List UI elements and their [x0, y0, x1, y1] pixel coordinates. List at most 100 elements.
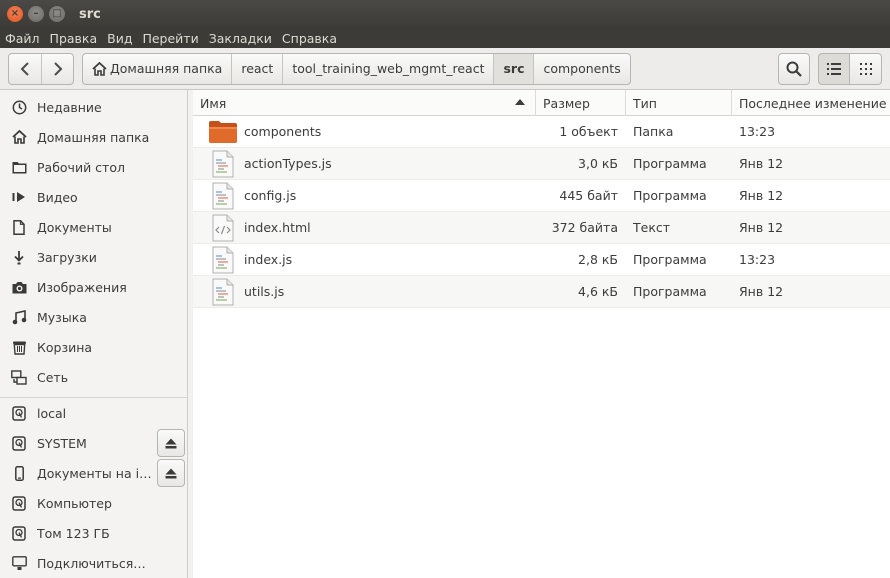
file-type: Текст [633, 220, 671, 235]
table-row[interactable]: index.js 2,8 кБ Программа 13:23 [193, 244, 890, 276]
script-icon [207, 182, 239, 210]
sidebar-item-label: Документы на iPh… [37, 465, 155, 481]
breadcrumb-project[interactable]: tool_training_web_mgmt_react [282, 53, 493, 84]
sidebar-item-system[interactable]: SYSTEM [0, 428, 187, 458]
sidebar-item-desktop[interactable]: Рабочий стол [0, 152, 187, 182]
sidebar-item-home[interactable]: Домашняя папка [0, 122, 187, 152]
drive-icon [10, 524, 28, 542]
phone-icon [10, 464, 28, 482]
drive-icon [10, 434, 28, 452]
sidebar: Недавние Домашняя папка Рабочий стол Вид… [0, 90, 188, 578]
search-button[interactable] [778, 53, 810, 85]
sidebar-item-label: Музыка [37, 309, 87, 325]
menu-file[interactable]: Файл [0, 31, 45, 46]
file-modified: Янв 12 [739, 284, 784, 299]
sidebar-item-video[interactable]: Видео [0, 182, 187, 212]
file-name: utils.js [244, 284, 285, 299]
navigation-buttons [8, 52, 74, 85]
network-icon [10, 368, 28, 386]
html-icon [207, 214, 239, 242]
script-icon [207, 278, 239, 306]
column-header-name[interactable]: Имя [193, 90, 536, 116]
drive-icon [10, 494, 28, 512]
table-row[interactable]: index.html 372 байта Текст Янв 12 [193, 212, 890, 244]
table-row[interactable]: components 1 объект Папка 13:23 [193, 116, 890, 148]
trash-icon [10, 338, 28, 356]
column-header-type[interactable]: Тип [626, 90, 732, 116]
list-view-button[interactable] [818, 53, 850, 85]
sidebar-item-label: Сеть [37, 369, 69, 385]
video-icon [10, 188, 28, 206]
column-header-label: Имя [200, 95, 227, 111]
file-type: Папка [633, 124, 674, 139]
sidebar-item-label: Изображения [37, 279, 127, 295]
file-name-cell: index.html [193, 214, 536, 242]
file-type: Программа [633, 156, 707, 171]
file-name: actionTypes.js [244, 156, 332, 171]
grid-view-button[interactable] [850, 53, 882, 85]
file-name-cell: utils.js [193, 278, 536, 306]
breadcrumb-home[interactable]: Домашняя папка [83, 54, 231, 84]
desktop-folder-icon [10, 158, 28, 176]
sidebar-item-iphone-docs[interactable]: Документы на iPh… [0, 458, 187, 488]
table-row[interactable]: actionTypes.js 3,0 кБ Программа Янв 12 [193, 148, 890, 180]
eject-button[interactable] [157, 459, 185, 487]
sidebar-item-computer[interactable]: Компьютер [0, 488, 187, 518]
sidebar-item-label: Подключиться… [37, 555, 146, 571]
window-minimize-button[interactable]: – [28, 6, 44, 22]
sidebar-item-local[interactable]: local [0, 398, 187, 428]
file-name: index.html [244, 220, 311, 235]
back-button[interactable] [9, 54, 41, 84]
sidebar-item-downloads[interactable]: Загрузки [0, 242, 187, 272]
breadcrumb-src[interactable]: src [493, 53, 534, 84]
sidebar-item-pictures[interactable]: Изображения [0, 272, 187, 302]
file-size: 445 байт [559, 188, 618, 203]
script-icon [207, 246, 239, 274]
column-header: Имя Размер Тип Последнее изменение [193, 90, 890, 116]
file-name: components [244, 124, 322, 139]
menu-go[interactable]: Перейти [137, 31, 203, 46]
sidebar-item-trash[interactable]: Корзина [0, 332, 187, 362]
chevron-left-icon [20, 61, 29, 76]
view-switcher [818, 53, 882, 85]
sidebar-item-music[interactable]: Музыка [0, 302, 187, 332]
sidebar-item-connect[interactable]: Подключиться… [0, 548, 187, 578]
breadcrumb-react[interactable]: react [231, 53, 282, 84]
table-row[interactable]: utils.js 4,6 кБ Программа Янв 12 [193, 276, 890, 308]
file-name-cell: actionTypes.js [193, 150, 536, 178]
file-type: Программа [633, 252, 707, 267]
sort-ascending-icon [515, 99, 525, 105]
sidebar-item-label: local [37, 405, 67, 421]
menu-bar: Файл Правка Вид Перейти Закладки Справка [0, 28, 890, 48]
menu-help[interactable]: Справка [277, 31, 342, 46]
folder-icon [207, 118, 239, 146]
sidebar-item-recent[interactable]: Недавние [0, 92, 187, 122]
sidebar-item-network[interactable]: Сеть [0, 362, 187, 392]
menu-edit[interactable]: Правка [45, 31, 103, 46]
file-name-cell: index.js [193, 246, 536, 274]
camera-icon [10, 278, 28, 296]
menu-view[interactable]: Вид [102, 31, 137, 46]
sidebar-item-label: Корзина [37, 339, 93, 355]
column-header-modified[interactable]: Последнее изменение [732, 90, 890, 116]
breadcrumb-label: Домашняя папка [110, 61, 223, 76]
sidebar-item-documents[interactable]: Документы [0, 212, 187, 242]
sidebar-item-label: Видео [37, 189, 78, 205]
file-rows: components 1 объект Папка 13:23 actionTy… [193, 116, 890, 308]
menu-bookmarks[interactable]: Закладки [204, 31, 277, 46]
breadcrumb-components[interactable]: components [533, 53, 629, 84]
eject-button[interactable] [157, 429, 185, 457]
forward-button[interactable] [41, 53, 73, 84]
file-modified: 13:23 [739, 124, 776, 139]
window-maximize-button[interactable]: □ [49, 6, 65, 22]
window-close-button[interactable]: × [7, 6, 23, 22]
file-name-cell: config.js [193, 182, 536, 210]
clock-icon [10, 98, 28, 116]
title-bar: × – □ src [0, 0, 890, 28]
column-header-size[interactable]: Размер [536, 90, 626, 116]
file-size: 1 объект [559, 124, 618, 139]
sidebar-item-label: Компьютер [37, 495, 112, 511]
table-row[interactable]: config.js 445 байт Программа Янв 12 [193, 180, 890, 212]
file-modified: Янв 12 [739, 220, 784, 235]
sidebar-item-volume[interactable]: Том 123 ГБ [0, 518, 187, 548]
